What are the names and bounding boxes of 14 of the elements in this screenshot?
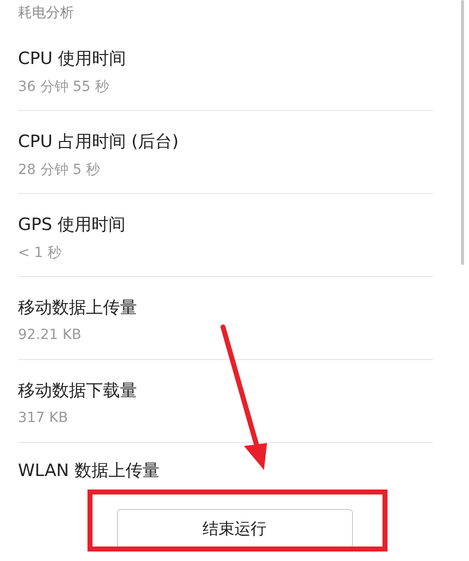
item-title: CPU 使用时间 <box>18 48 127 70</box>
item-title: 移动数据上传量 <box>18 297 138 319</box>
section-header: 耗电分析 <box>17 4 75 23</box>
end-run-button[interactable]: 结束运行 <box>116 509 352 549</box>
item-value: 317 KB <box>18 410 69 426</box>
item-value: 28 分钟 5 秒 <box>18 161 102 179</box>
item-value: < 1 秒 <box>18 244 63 262</box>
item-title: CPU 占用时间 (后台) <box>18 131 180 153</box>
item-title: WLAN 数据上传量 <box>18 460 160 482</box>
item-value: 36 分钟 55 秒 <box>18 78 110 96</box>
item-title: GPS 使用时间 <box>18 214 127 236</box>
item-title: 移动数据下载量 <box>18 380 138 402</box>
scrollbar[interactable] <box>461 0 464 265</box>
item-value: 92.21 KB <box>18 327 82 343</box>
